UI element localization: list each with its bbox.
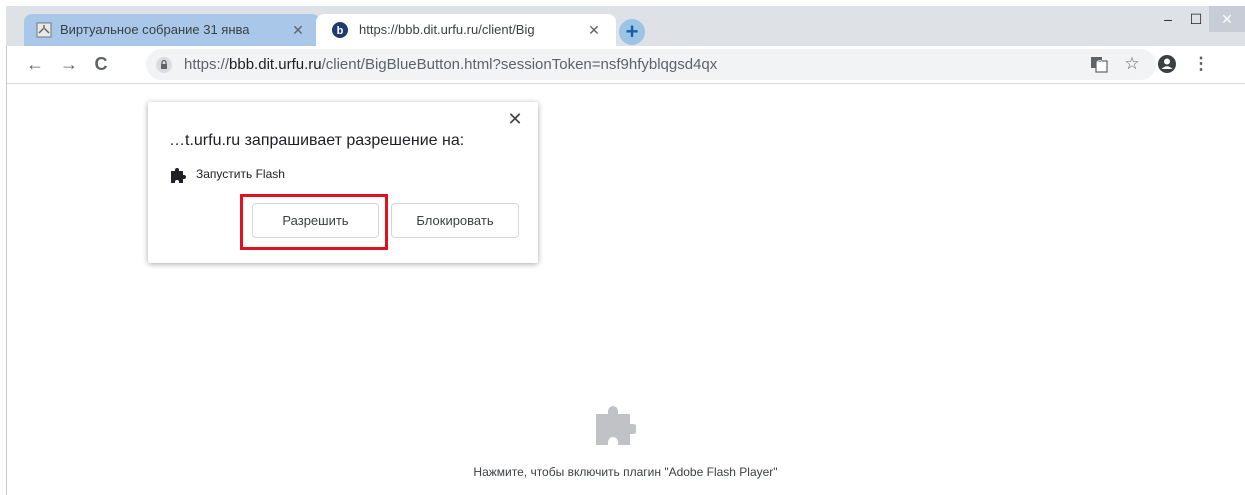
tab-virtual-meeting[interactable]: Виртуальное собрание 31 янва ✕ xyxy=(24,14,320,46)
url-path: /client/BigBlueButton.html?sessionToken=… xyxy=(321,56,718,73)
minimize-button[interactable]: ‒ xyxy=(1156,6,1180,32)
browser-window: Виртуальное собрание 31 янва ✕ b https:/… xyxy=(6,6,1245,495)
tab-bigbluebutton[interactable]: b https://bbb.dit.urfu.ru/client/Big ✕ xyxy=(316,14,616,46)
tab-close-icon[interactable]: ✕ xyxy=(586,22,602,38)
url-text[interactable]: https://bbb.dit.urfu.ru/client/BigBlueBu… xyxy=(184,56,717,73)
tab-title: https://bbb.dit.urfu.ru/client/Big xyxy=(359,22,535,37)
close-window-button[interactable]: ✕ xyxy=(1209,6,1245,32)
forward-button[interactable]: → xyxy=(59,54,79,74)
back-button[interactable]: ← xyxy=(25,54,45,74)
address-bar[interactable]: https://bbb.dit.urfu.ru/client/BigBlueBu… xyxy=(146,49,1156,80)
reload-button[interactable]: C xyxy=(91,54,111,74)
bigbluebutton-icon: b xyxy=(332,22,348,38)
new-tab-button[interactable]: + xyxy=(619,19,645,45)
url-host: bbb.dit.urfu.ru xyxy=(229,56,322,73)
plugin-icon xyxy=(171,168,186,183)
tab-title: Виртуальное собрание 31 янва xyxy=(60,22,250,37)
tab-close-icon[interactable]: ✕ xyxy=(290,22,306,38)
lock-icon[interactable] xyxy=(156,57,172,73)
url-scheme: https:// xyxy=(184,56,230,73)
browser-toolbar: ← → C https://bbb.dit.urfu.ru/client/Big… xyxy=(6,46,1245,84)
plugin-icon[interactable] xyxy=(594,402,636,446)
document-icon xyxy=(36,22,52,38)
permission-label: Запустить Flash xyxy=(196,167,285,181)
close-icon[interactable]: ✕ xyxy=(507,110,523,128)
account-icon[interactable] xyxy=(1157,54,1177,74)
tab-strip: Виртуальное собрание 31 янва ✕ b https:/… xyxy=(6,6,1245,46)
translate-icon[interactable]: G xyxy=(1089,54,1109,74)
window-border xyxy=(6,46,7,495)
svg-text:b: b xyxy=(337,25,344,37)
enable-plugin-prompt[interactable]: Нажмите, чтобы включить плагин "Adobe Fl… xyxy=(6,465,1245,479)
maximize-button[interactable]: ☐ xyxy=(1184,6,1208,32)
block-button[interactable]: Блокировать xyxy=(391,203,519,238)
allow-button-highlight xyxy=(240,194,388,250)
svg-text:G: G xyxy=(1097,59,1103,68)
permission-message: …t.urfu.ru запрашивает разрешение на: xyxy=(169,132,465,149)
menu-icon[interactable]: ⋮ xyxy=(1191,54,1211,74)
bookmark-star-icon[interactable]: ☆ xyxy=(1122,54,1142,74)
